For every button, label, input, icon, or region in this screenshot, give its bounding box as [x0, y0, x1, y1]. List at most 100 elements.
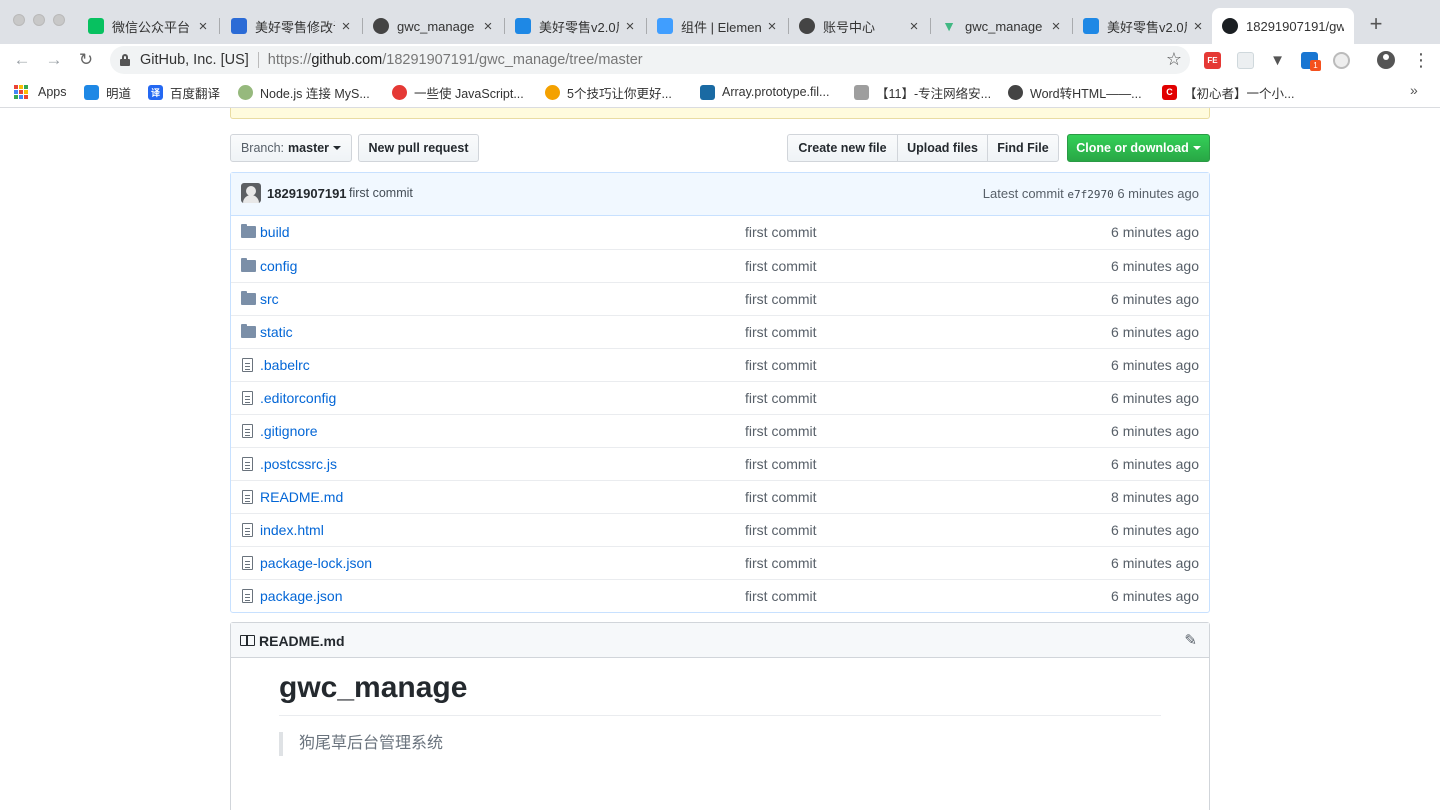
file-commit-message-link[interactable]: first commit — [745, 588, 817, 604]
readme-panel: README.md ✎ gwc_manage 狗尾草后台管理系统 — [230, 622, 1210, 810]
address-bar[interactable]: GitHub, Inc. [US] https://github.com/182… — [110, 46, 1190, 74]
bookmark-item[interactable]: 明道 — [84, 83, 131, 101]
file-name-link[interactable]: config — [260, 258, 297, 274]
bookmark-item[interactable]: Word转HTML——... — [1008, 83, 1142, 101]
file-age: 6 minutes ago — [1111, 357, 1199, 373]
commit-sha-link[interactable]: e7f2970 — [1067, 188, 1113, 201]
file-commit-message-link[interactable]: first commit — [745, 489, 817, 505]
file-name-link[interactable]: build — [260, 224, 290, 240]
file-name-link[interactable]: .editorconfig — [260, 390, 336, 406]
table-row: .babelrc first commit 6 minutes ago — [231, 348, 1209, 381]
file-name-link[interactable]: README.md — [260, 489, 343, 505]
table-row: config first commit 6 minutes ago — [231, 249, 1209, 282]
file-commit-message-link[interactable]: first commit — [745, 258, 817, 274]
browser-tab[interactable]: 18291907191/gwc_manage — [1212, 8, 1354, 44]
tab-close-icon[interactable]: × — [623, 18, 637, 35]
forward-arrow-icon[interactable]: → — [42, 48, 66, 72]
window-close-button[interactable] — [13, 14, 25, 26]
browser-tab[interactable]: 微信公众平台 × — [78, 8, 220, 44]
file-name-link[interactable]: src — [260, 291, 279, 307]
fe-extension-icon[interactable]: FE — [1204, 52, 1221, 69]
tab-title: 美好零售v2.0后台 — [539, 19, 619, 35]
file-age: 6 minutes ago — [1111, 555, 1199, 571]
bookmark-item[interactable]: Node.js 连接 MyS... — [238, 83, 370, 101]
file-name-link[interactable]: .postcssrc.js — [260, 456, 337, 472]
vue-devtools-extension-icon[interactable]: ▼ — [1269, 52, 1286, 69]
new-tab-button[interactable]: + — [1364, 12, 1388, 36]
file-icon — [241, 490, 255, 504]
record-extension-icon[interactable] — [1333, 52, 1350, 69]
file-age: 8 minutes ago — [1111, 489, 1199, 505]
clone-or-download-button[interactable]: Clone or download — [1067, 134, 1210, 162]
tab-close-icon[interactable]: × — [1049, 18, 1063, 35]
folder-icon — [241, 291, 256, 306]
sync-extension-icon[interactable]: 1 — [1301, 52, 1321, 71]
browser-tab[interactable]: 美好零售修改记录× — [221, 8, 363, 44]
edit-pencil-icon[interactable]: ✎ — [1184, 631, 1197, 649]
tab-close-icon[interactable]: × — [765, 18, 779, 35]
window-maximize-button[interactable] — [53, 14, 65, 26]
qr-extension-icon[interactable] — [1237, 52, 1254, 69]
back-arrow-icon[interactable]: ← — [10, 48, 34, 72]
commit-message-link[interactable]: first commit — [349, 186, 413, 200]
bookmark-label: 百度翻译 — [170, 86, 221, 101]
caret-down-icon — [333, 146, 342, 150]
element-icon — [657, 18, 673, 34]
browser-tab[interactable]: gwc_manage × — [363, 8, 505, 44]
file-commit-message-link[interactable]: first commit — [745, 291, 817, 307]
browser-tab[interactable]: 美好零售v2.0后台× — [505, 8, 647, 44]
new-pull-request-button[interactable]: New pull request — [358, 134, 479, 162]
browser-tab[interactable]: 账号中心 × — [789, 8, 931, 44]
bookmarks-overflow-icon[interactable]: » — [1410, 82, 1418, 98]
avatar[interactable] — [241, 183, 261, 203]
bookmark-item[interactable]: C 【初心者】一个小... — [1162, 83, 1294, 101]
branch-select-button[interactable]: Branch: master — [230, 134, 352, 162]
bookmark-item[interactable]: 5个技巧让你更好... — [545, 83, 672, 101]
browser-tab[interactable]: 组件 | Element × — [647, 8, 789, 44]
file-commit-message-link[interactable]: first commit — [745, 555, 817, 571]
file-name-link[interactable]: .gitignore — [260, 423, 318, 439]
commit-age: 6 minutes ago — [1117, 186, 1199, 201]
file-commit-message-link[interactable]: first commit — [745, 224, 817, 240]
tab-close-icon[interactable]: × — [907, 18, 921, 35]
file-name-link[interactable]: .babelrc — [260, 357, 310, 373]
address-divider — [257, 52, 259, 68]
window-minimize-button[interactable] — [33, 14, 45, 26]
tab-close-icon[interactable]: × — [1191, 18, 1205, 35]
lock-icon[interactable] — [120, 54, 130, 66]
tab-close-icon[interactable]: × — [481, 18, 495, 35]
bookmark-item[interactable]: Apps — [14, 83, 67, 101]
browser-tab[interactable]: 美好零售v2.0后台× — [1073, 8, 1215, 44]
table-row: .editorconfig first commit 6 minutes ago — [231, 381, 1209, 414]
upload-files-button[interactable]: Upload files — [897, 134, 988, 162]
file-name-link[interactable]: index.html — [260, 522, 324, 538]
vue-icon: ▼ — [942, 18, 956, 34]
commit-author-link[interactable]: 18291907191 — [267, 186, 347, 201]
file-age: 6 minutes ago — [1111, 588, 1199, 604]
site-identity[interactable]: GitHub, Inc. [US] — [140, 52, 249, 68]
file-commit-message-link[interactable]: first commit — [745, 324, 817, 340]
file-name-link[interactable]: static — [260, 324, 293, 340]
profile-avatar-icon[interactable] — [1377, 51, 1395, 69]
file-commit-message-link[interactable]: first commit — [745, 423, 817, 439]
bookmark-item[interactable]: Array.prototype.fil... — [700, 83, 829, 101]
file-commit-message-link[interactable]: first commit — [745, 456, 817, 472]
bookmark-item[interactable]: 一些使 JavaScript... — [392, 83, 524, 101]
file-commit-message-link[interactable]: first commit — [745, 357, 817, 373]
bookmark-item[interactable]: 【11】-专注网络安... — [854, 83, 991, 101]
file-commit-message-link[interactable]: first commit — [745, 522, 817, 538]
file-name-link[interactable]: package.json — [260, 588, 343, 604]
bookmark-item[interactable]: 译百度翻译 — [148, 83, 220, 101]
find-file-button[interactable]: Find File — [987, 134, 1059, 162]
file-commit-message-link[interactable]: first commit — [745, 390, 817, 406]
file-name-link[interactable]: package-lock.json — [260, 555, 372, 571]
bookmark-star-icon[interactable]: ☆ — [1166, 49, 1182, 70]
browser-tab[interactable]: ▼ gwc_manage × — [931, 8, 1073, 44]
file-icon — [241, 424, 255, 438]
browser-menu-icon[interactable]: ⋮ — [1412, 48, 1430, 72]
reload-icon[interactable]: ↻ — [74, 48, 98, 72]
create-new-file-button[interactable]: Create new file — [787, 134, 898, 162]
tab-close-icon[interactable]: × — [339, 18, 353, 35]
tab-close-icon[interactable]: × — [196, 18, 210, 35]
book-icon — [240, 635, 255, 646]
